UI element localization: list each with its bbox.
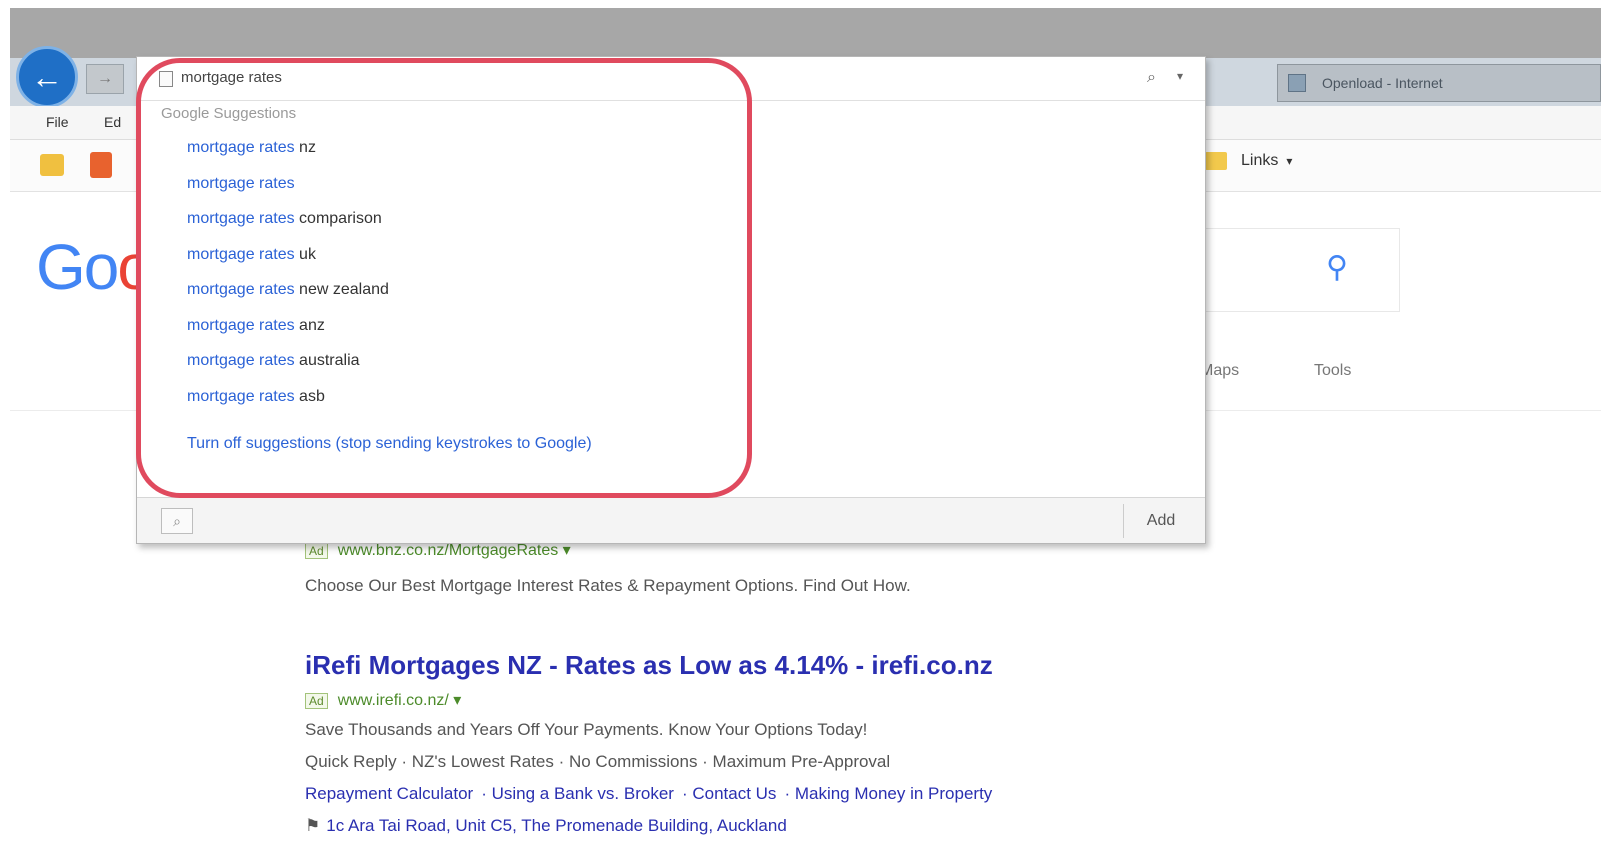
sitelink[interactable]: Repayment Calculator — [305, 784, 473, 803]
suggestion-item[interactable]: mortgage rates new zealand — [187, 281, 389, 317]
suggestion-item[interactable]: mortgage rates australia — [187, 352, 389, 388]
result-description: Quick Reply · NZ's Lowest Rates · No Com… — [305, 752, 891, 771]
result-description: Save Thousands and Years Off Your Paymen… — [305, 720, 868, 739]
browser-tab[interactable]: Openload - Internet — [1277, 64, 1601, 102]
search-provider-button[interactable]: ⌕ — [161, 508, 193, 534]
sitelink[interactable]: Using a Bank vs. Broker — [492, 784, 674, 803]
google-logo[interactable]: Goo — [36, 230, 153, 304]
add-search-provider-button[interactable]: Add — [1131, 508, 1191, 534]
result-description: Choose Our Best Mortgage Interest Rates … — [305, 576, 911, 595]
links-menu[interactable]: Links ▾ — [1205, 152, 1292, 170]
tab-favicon-icon — [1288, 74, 1306, 92]
divider — [1123, 504, 1124, 538]
suggestion-item[interactable]: mortgage rates anz — [187, 317, 389, 353]
suggestion-item[interactable]: mortgage rates asb — [187, 388, 389, 424]
tab-title: Openload - Internet — [1322, 75, 1443, 91]
favorites-star-icon[interactable] — [40, 154, 64, 176]
tab-tools[interactable]: Tools — [1314, 362, 1351, 380]
result-title[interactable]: iRefi Mortgages NZ - Rates as Low as 4.1… — [305, 650, 993, 681]
sitelinks: Repayment Calculator · Using a Bank vs. B… — [305, 784, 993, 803]
forward-button[interactable]: → — [86, 64, 124, 94]
dropdown-footer: ⌕ Add — [137, 497, 1205, 543]
office-icon[interactable] — [90, 152, 112, 178]
turn-off-suggestions-link[interactable]: Turn off suggestions (stop sending keyst… — [187, 435, 592, 453]
address-suggestion-dropdown: ⌕ ▾ Google Suggestions mortgage rates nz… — [136, 56, 1206, 544]
back-button[interactable]: ← — [16, 46, 78, 108]
browser-window: ← → Openload - Internet File Ed Links ▾ … — [0, 0, 1601, 866]
links-label: Links — [1241, 152, 1279, 169]
suggestion-item[interactable]: mortgage rates comparison — [187, 210, 389, 246]
google-search-box[interactable] — [1200, 228, 1400, 312]
search-icon[interactable]: ⚲ — [1326, 250, 1362, 286]
address-input[interactable] — [181, 69, 781, 86]
ad-badge: Ad — [305, 543, 328, 559]
menu-edit[interactable]: Ed — [104, 114, 121, 130]
forward-arrow-icon: → — [97, 70, 113, 87]
page-icon — [159, 71, 173, 87]
address-bar: ⌕ ▾ — [137, 57, 1205, 101]
result-url[interactable]: Ad www.irefi.co.nz/ ▾ — [305, 690, 461, 710]
suggestion-item[interactable]: mortgage rates — [187, 175, 389, 211]
search-icon: ⌕ — [173, 512, 181, 529]
search-icon[interactable]: ⌕ — [1147, 69, 1156, 87]
suggestion-item[interactable]: mortgage rates nz — [187, 139, 389, 175]
folder-icon — [1205, 152, 1227, 170]
chevron-down-icon[interactable]: ▾ — [1177, 69, 1183, 83]
chevron-down-icon: ▾ — [1286, 154, 1293, 168]
suggestions-header: Google Suggestions — [161, 105, 297, 122]
business-address[interactable]: ⚑ 1c Ara Tai Road, Unit C5, The Promenade… — [305, 816, 787, 836]
suggestions-list: mortgage rates nz mortgage rates mortgag… — [187, 139, 389, 423]
ad-badge: Ad — [305, 693, 328, 709]
menu-file[interactable]: File — [46, 114, 69, 130]
sitelink[interactable]: Making Money in Property — [795, 784, 992, 803]
back-arrow-icon: ← — [31, 58, 63, 95]
map-pin-icon: ⚑ — [305, 816, 321, 835]
title-bar — [10, 8, 1601, 58]
sitelink[interactable]: Contact Us — [692, 784, 776, 803]
suggestion-item[interactable]: mortgage rates uk — [187, 246, 389, 282]
